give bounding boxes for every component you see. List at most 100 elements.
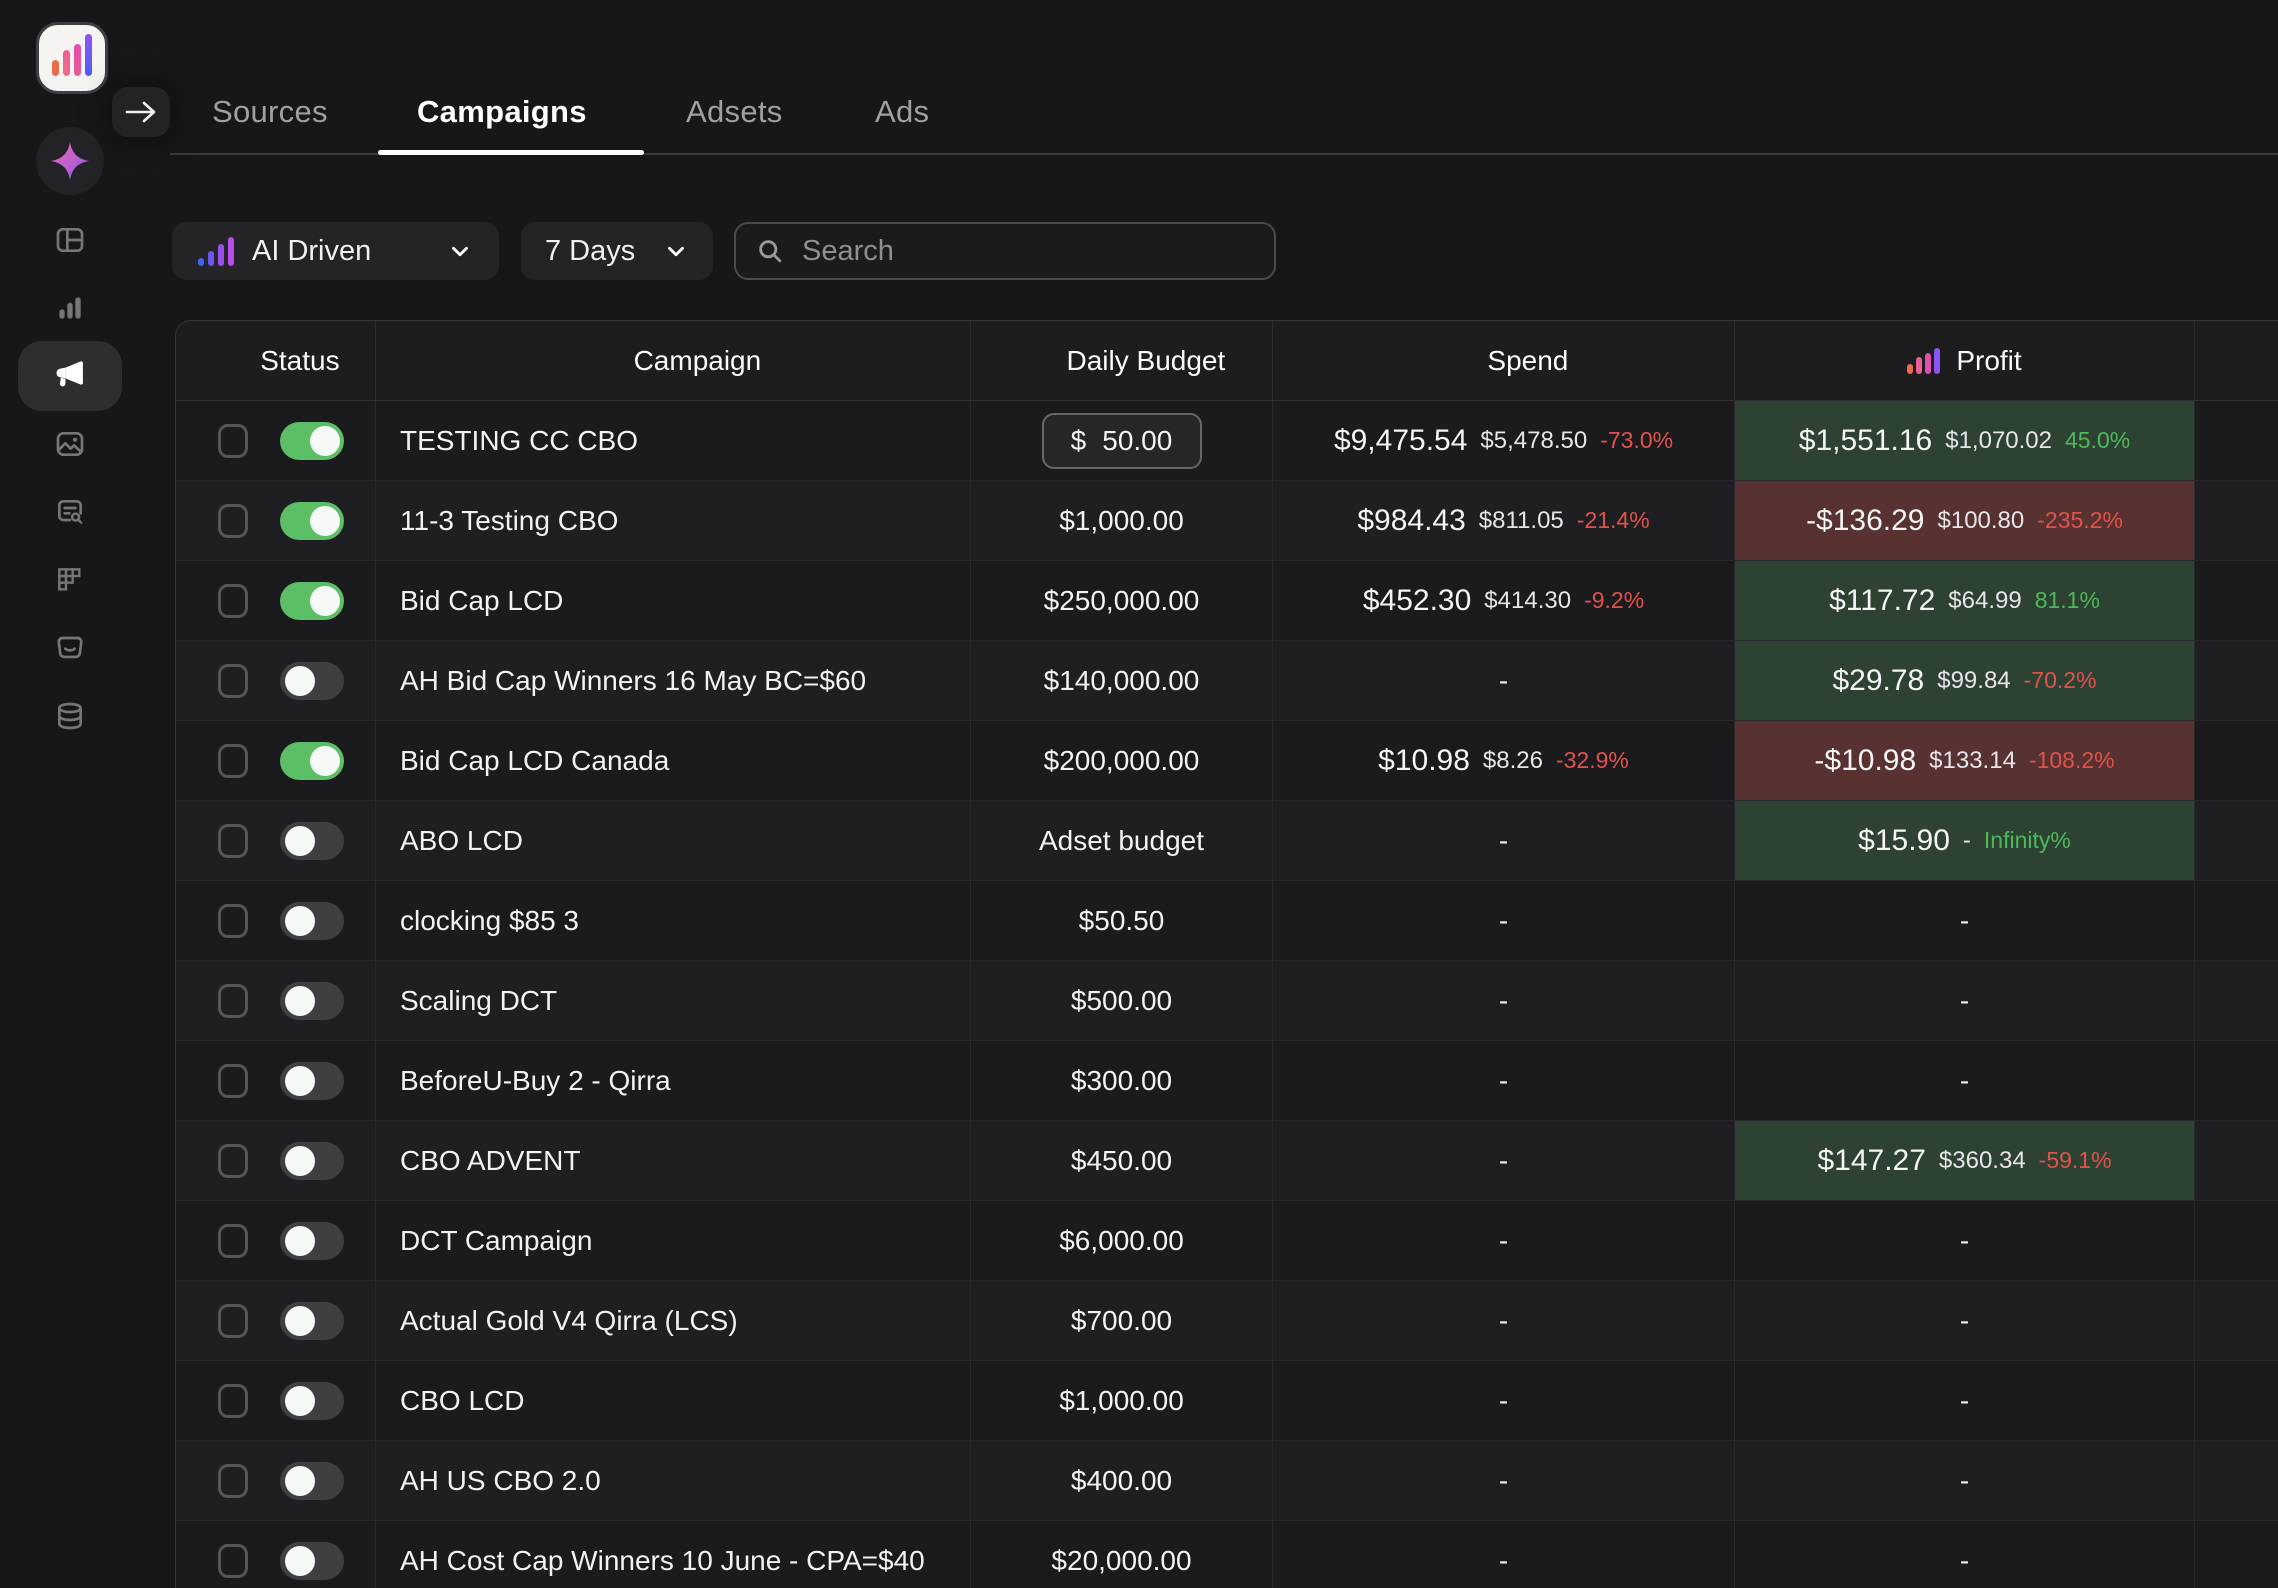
row-checkbox[interactable] <box>218 584 248 618</box>
tab-ads[interactable]: Ads <box>875 94 929 130</box>
sidebar-item-dashboard[interactable] <box>18 205 122 275</box>
daily-budget-value[interactable]: $140,000.00 <box>1044 665 1200 697</box>
status-toggle[interactable] <box>280 582 344 620</box>
date-range-dropdown[interactable]: 7 Days <box>521 222 713 280</box>
row-checkbox[interactable] <box>218 824 248 858</box>
status-toggle[interactable] <box>280 742 344 780</box>
status-toggle[interactable] <box>280 1302 344 1340</box>
optimization-dropdown[interactable]: AI Driven <box>172 222 499 280</box>
row-checkbox[interactable] <box>218 664 248 698</box>
campaign-name[interactable]: BeforeU-Buy 2 - Qirra <box>400 1065 671 1097</box>
row-checkbox[interactable] <box>218 1464 248 1498</box>
campaign-name[interactable]: Scaling DCT <box>400 985 557 1017</box>
tab-campaigns[interactable]: Campaigns <box>417 94 587 130</box>
sidebar-expand-button[interactable] <box>112 87 170 137</box>
row-checkbox[interactable] <box>218 424 248 458</box>
daily-budget-value[interactable]: $200,000.00 <box>1044 745 1200 777</box>
search-input[interactable] <box>800 234 1254 269</box>
column-header-daily-budget[interactable]: ∞ Daily Budget <box>971 321 1273 400</box>
status-toggle[interactable] <box>280 822 344 860</box>
campaign-name[interactable]: Actual Gold V4 Qirra (LCS) <box>400 1305 738 1337</box>
tab-sources[interactable]: Sources <box>212 94 328 130</box>
status-toggle[interactable] <box>280 1062 344 1100</box>
status-toggle[interactable] <box>280 1142 344 1180</box>
daily-budget-value[interactable]: Adset budget <box>1039 825 1204 857</box>
status-toggle[interactable] <box>280 902 344 940</box>
ai-assistant-button[interactable] <box>36 127 104 195</box>
daily-budget-value[interactable]: $250,000.00 <box>1044 585 1200 617</box>
daily-budget-value[interactable]: $20,000.00 <box>1051 1545 1191 1577</box>
row-checkbox[interactable] <box>218 1144 248 1178</box>
status-toggle[interactable] <box>280 1222 344 1260</box>
spend-secondary-value: $8.26 <box>1483 747 1543 775</box>
campaign-name[interactable]: DCT Campaign <box>400 1225 592 1257</box>
campaign-name[interactable]: AH Bid Cap Winners 16 May BC=$60 <box>400 665 866 697</box>
campaign-name[interactable]: Bid Cap LCD Canada <box>400 745 669 777</box>
daily-budget-value[interactable]: $450.00 <box>1071 1145 1172 1177</box>
row-checkbox[interactable] <box>218 1304 248 1338</box>
profit-secondary-value: $1,070.02 <box>1945 427 2052 455</box>
tab-adsets[interactable]: Adsets <box>686 94 783 130</box>
column-header-profit[interactable]: Profit <box>1735 321 2195 400</box>
toggle-knob <box>285 906 315 936</box>
status-toggle[interactable] <box>280 982 344 1020</box>
status-toggle[interactable] <box>280 1542 344 1580</box>
row-checkbox[interactable] <box>218 1384 248 1418</box>
spend-percent-change: -9.2% <box>1584 587 1644 614</box>
daily-budget-cell: $6,000.00 <box>971 1201 1273 1280</box>
sidebar-item-inbox[interactable] <box>18 613 122 683</box>
sidebar-item-database[interactable] <box>18 681 122 751</box>
daily-budget-value[interactable]: $500.00 <box>1071 985 1172 1017</box>
row-checkbox[interactable] <box>218 744 248 778</box>
campaign-name[interactable]: AH Cost Cap Winners 10 June - CPA=$40 <box>400 1545 925 1577</box>
sidebar-item-campaigns[interactable] <box>18 341 122 411</box>
daily-budget-value[interactable]: $6,000.00 <box>1059 1225 1184 1257</box>
daily-budget-value[interactable]: $300.00 <box>1071 1065 1172 1097</box>
campaign-name[interactable]: ABO LCD <box>400 825 523 857</box>
column-header-campaign[interactable]: ∞ Campaign <box>376 321 971 400</box>
daily-budget-value[interactable]: $1,000.00 <box>1059 505 1184 537</box>
profit-cell: - <box>1735 1201 2195 1280</box>
status-toggle[interactable] <box>280 422 344 460</box>
column-header-spend[interactable]: ∞ Spend <box>1273 321 1735 400</box>
campaign-name[interactable]: 11-3 Testing CBO <box>400 505 618 537</box>
daily-budget-value[interactable]: $50.50 <box>1079 905 1165 937</box>
sidebar-item-pixels[interactable] <box>18 545 122 615</box>
row-checkbox[interactable] <box>218 984 248 1018</box>
campaign-name[interactable]: clocking $85 3 <box>400 905 579 937</box>
row-checkbox[interactable] <box>218 1064 248 1098</box>
daily-budget-input[interactable]: $50.00 <box>1042 413 1202 469</box>
toggle-knob <box>285 1226 315 1256</box>
logo-bar-icon <box>74 44 81 76</box>
row-checkbox[interactable] <box>218 504 248 538</box>
status-cell <box>176 721 376 800</box>
daily-budget-value[interactable]: $400.00 <box>1071 1465 1172 1497</box>
profit-empty-value: - <box>1960 1545 1969 1577</box>
status-toggle[interactable] <box>280 1382 344 1420</box>
spend-cell: - <box>1273 1441 1735 1520</box>
campaign-name[interactable]: CBO ADVENT <box>400 1145 580 1177</box>
sidebar-item-analytics[interactable] <box>18 273 122 343</box>
column-header-status[interactable]: ∞ Status <box>176 321 376 400</box>
app-logo[interactable] <box>36 22 108 94</box>
daily-budget-value[interactable]: $700.00 <box>1071 1305 1172 1337</box>
row-checkbox[interactable] <box>218 1224 248 1258</box>
row-checkbox[interactable] <box>218 904 248 938</box>
sidebar-item-creatives[interactable] <box>18 409 122 479</box>
status-toggle[interactable] <box>280 1462 344 1500</box>
status-toggle[interactable] <box>280 662 344 700</box>
daily-budget-cell: $50.50 <box>971 881 1273 960</box>
campaign-name[interactable]: TESTING CC CBO <box>400 425 638 457</box>
table-row: BeforeU-Buy 2 - Qirra$300.00-- <box>176 1041 2278 1121</box>
sidebar-item-research[interactable] <box>18 477 122 547</box>
row-checkbox[interactable] <box>218 1544 248 1578</box>
campaign-cell: Scaling DCT <box>376 961 971 1040</box>
spend-main-value: $984.43 <box>1357 504 1465 538</box>
daily-budget-value[interactable]: $1,000.00 <box>1059 1385 1184 1417</box>
campaign-name[interactable]: AH US CBO 2.0 <box>400 1465 601 1497</box>
profit-cell: $1,551.16$1,070.0245.0% <box>1735 401 2195 480</box>
profit-cell: - <box>1735 1041 2195 1120</box>
campaign-name[interactable]: CBO LCD <box>400 1385 524 1417</box>
campaign-name[interactable]: Bid Cap LCD <box>400 585 563 617</box>
status-toggle[interactable] <box>280 502 344 540</box>
